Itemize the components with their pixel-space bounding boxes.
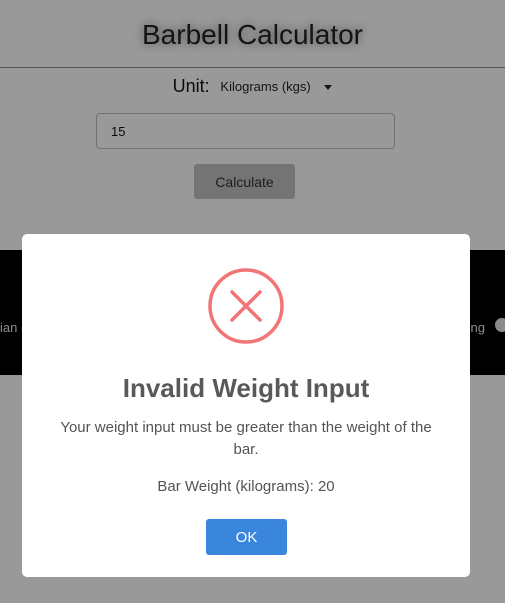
error-x-circle-icon: [208, 268, 284, 344]
page: Barbell Calculator Unit: Kilograms (kgs)…: [0, 0, 505, 603]
dialog-detail: Bar Weight (kilograms): 20: [157, 478, 335, 495]
error-dialog: Invalid Weight Input Your weight input m…: [22, 234, 470, 577]
dialog-message: Your weight input must be greater than t…: [60, 419, 432, 458]
ok-button[interactable]: OK: [206, 519, 287, 555]
dialog-title: Invalid Weight Input: [122, 373, 370, 403]
